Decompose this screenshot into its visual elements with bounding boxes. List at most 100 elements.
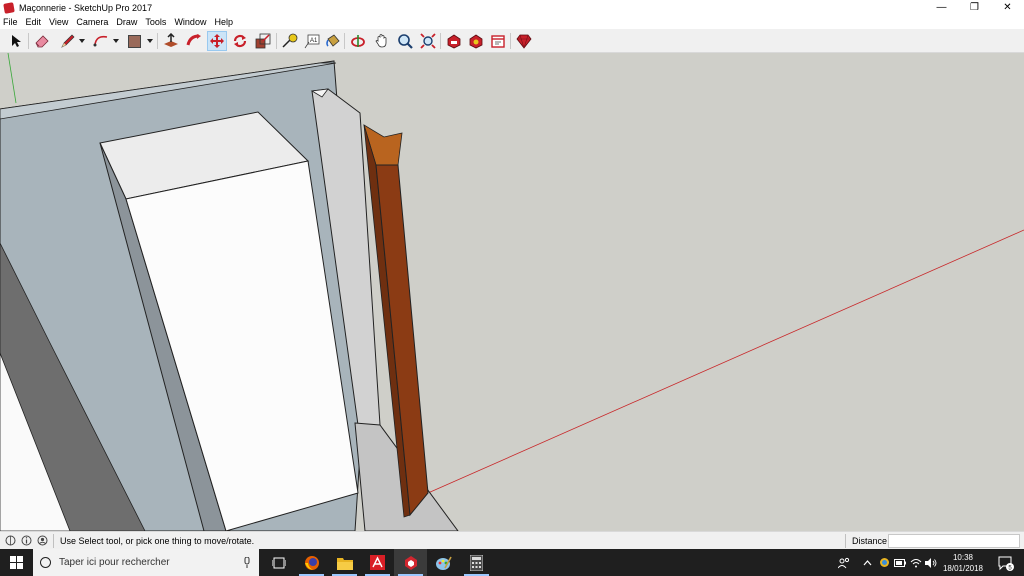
speaker-icon <box>925 557 937 568</box>
arc-tool-dropdown[interactable] <box>113 38 119 44</box>
geo-location-icon[interactable] <box>4 535 16 547</box>
toolbar-separator <box>28 33 29 49</box>
action-center-button[interactable]: 5 <box>992 549 1020 576</box>
zoom-icon <box>398 34 413 49</box>
taskbar-app-file-explorer[interactable] <box>328 549 361 576</box>
toolbar-separator <box>344 33 345 49</box>
3d-warehouse-button[interactable] <box>444 31 464 51</box>
arc-icon <box>93 35 108 47</box>
drawing-viewport[interactable] <box>0 53 1024 531</box>
zoom-tool-button[interactable] <box>395 31 415 51</box>
text-icon: A1 <box>304 34 320 49</box>
account-icon[interactable] <box>36 535 48 547</box>
menu-view[interactable]: View <box>49 17 68 27</box>
menu-edit[interactable]: Edit <box>26 17 42 27</box>
distance-label: Distance <box>852 536 888 546</box>
ruby-icon <box>516 34 532 49</box>
text-tool-button[interactable]: A1 <box>302 31 322 51</box>
taskbar-clock[interactable]: 10:38 18/01/2018 <box>938 552 988 574</box>
status-hint: Use Select tool, or pick one thing to mo… <box>60 535 255 546</box>
menu-window[interactable]: Window <box>174 17 206 27</box>
people-button[interactable] <box>836 549 852 576</box>
windows-logo-icon <box>10 556 23 569</box>
battery-icon <box>894 558 906 567</box>
eraser-tool-button[interactable] <box>32 31 52 51</box>
status-separator <box>53 533 54 548</box>
microphone-icon[interactable] <box>244 557 250 568</box>
notification-icon: 5 <box>998 556 1014 571</box>
show-hidden-icons-button[interactable] <box>860 549 874 576</box>
measurements-box[interactable] <box>888 534 1020 548</box>
taskbar-app-calculator[interactable] <box>460 549 493 576</box>
toolbar-separator <box>510 33 511 49</box>
rectangle-tool-button[interactable] <box>124 31 144 51</box>
chevron-up-icon <box>863 559 871 565</box>
menu-draw[interactable]: Draw <box>116 17 137 27</box>
follow-me-tool-button[interactable] <box>184 31 204 51</box>
pan-tool-button[interactable] <box>372 31 392 51</box>
menu-file[interactable]: File <box>3 17 18 27</box>
ruby-console-button[interactable] <box>514 31 534 51</box>
tape-measure-icon <box>282 33 298 48</box>
credits-icon[interactable] <box>20 535 32 547</box>
extension-warehouse-button[interactable] <box>466 31 486 51</box>
scale-icon <box>255 33 271 49</box>
maximize-button[interactable]: ❐ <box>958 0 991 15</box>
rotate-icon <box>233 34 247 48</box>
pencil-line-icon <box>61 34 75 48</box>
acrobat-icon <box>370 555 385 570</box>
zoom-extents-icon <box>420 33 436 49</box>
push-pull-icon <box>164 33 178 47</box>
battery-button[interactable] <box>893 549 907 576</box>
move-tool-button[interactable] <box>207 31 227 51</box>
minimize-button[interactable]: — <box>925 0 958 15</box>
model-scene[interactable] <box>0 53 1024 531</box>
tray-weather-icon <box>879 558 889 567</box>
push-pull-tool-button[interactable] <box>161 31 181 51</box>
text-icon-label: A1 <box>310 38 318 44</box>
volume-button[interactable] <box>924 549 938 576</box>
layout-icon <box>491 35 505 48</box>
scale-tool-button[interactable] <box>253 31 273 51</box>
follow-me-icon <box>186 34 201 46</box>
move-icon <box>210 34 224 48</box>
taskbar-search-box[interactable]: Taper ici pour rechercher <box>33 549 259 576</box>
menu-tools[interactable]: Tools <box>145 17 166 27</box>
dropdown-arrow-icon <box>79 39 85 43</box>
menu-camera[interactable]: Camera <box>76 17 108 27</box>
start-button[interactable] <box>0 549 33 576</box>
task-view-button[interactable] <box>262 549 295 576</box>
tray-app-icon[interactable] <box>877 549 891 576</box>
menu-help[interactable]: Help <box>214 17 233 27</box>
red-axis <box>427 229 1024 494</box>
line-tool-dropdown[interactable] <box>79 38 85 44</box>
arc-tool-button[interactable] <box>91 31 111 51</box>
taskbar-app-firefox[interactable] <box>295 549 328 576</box>
main-toolbar: A1 <box>0 29 1024 53</box>
toolbar-separator <box>157 33 158 49</box>
file-explorer-icon <box>336 557 353 570</box>
paint-bucket-tool-button[interactable] <box>323 31 343 51</box>
orbit-tool-button[interactable] <box>348 31 368 51</box>
line-tool-button[interactable] <box>58 31 78 51</box>
zoom-extents-tool-button[interactable] <box>418 31 438 51</box>
rectangle-icon <box>127 34 141 48</box>
select-tool-button[interactable] <box>6 31 26 51</box>
cortana-icon <box>40 557 51 568</box>
taskbar-app-paint[interactable] <box>427 549 460 576</box>
rectangle-tool-dropdown[interactable] <box>147 38 153 44</box>
close-button[interactable]: ✕ <box>991 0 1024 15</box>
windows-taskbar: Taper ici pour rechercher 10:38 18/01/20… <box>0 549 1024 576</box>
status-separator <box>845 534 846 548</box>
dropdown-arrow-icon <box>147 39 153 43</box>
clock-time: 10:38 <box>952 553 974 562</box>
send-to-layout-button[interactable] <box>488 31 508 51</box>
wifi-button[interactable] <box>909 549 923 576</box>
tape-measure-tool-button[interactable] <box>280 31 300 51</box>
toolbar-separator <box>440 33 441 49</box>
status-bar: Use Select tool, or pick one thing to mo… <box>0 531 1024 549</box>
rotate-tool-button[interactable] <box>230 31 250 51</box>
extension-warehouse-icon <box>469 34 483 49</box>
taskbar-app-sketchup[interactable] <box>394 549 427 576</box>
taskbar-app-acrobat[interactable] <box>361 549 394 576</box>
